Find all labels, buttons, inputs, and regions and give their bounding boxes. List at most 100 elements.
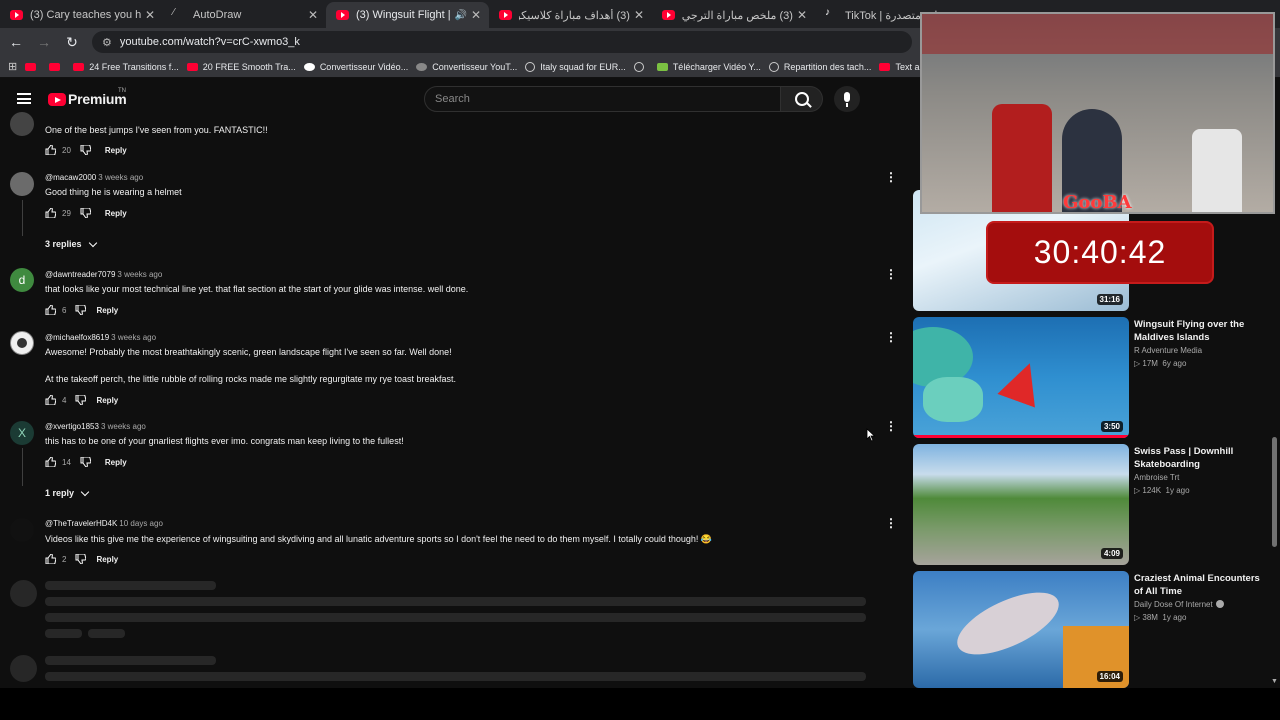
comment-author[interactable]: @macaw2000 3 weeks ago (45, 173, 143, 182)
bookmark-item[interactable]: 20 FREE Smooth Tra... (186, 62, 296, 72)
browser-tab-active[interactable]: (3) Wingsuit Flight | Areu Sc🔊 ✕ (326, 2, 489, 28)
avatar[interactable] (10, 112, 34, 136)
address-bar[interactable]: ⚙ youtube.com/watch?v=crC-xwmo3_k (92, 31, 912, 53)
comment-text: Awesome! Probably the most breathtakingl… (45, 347, 452, 357)
wall-banners (922, 14, 1273, 54)
video-thumbnail[interactable]: 4:09 (913, 444, 1129, 565)
comment-author[interactable]: @michaelfox8619 3 weeks ago (45, 333, 156, 342)
like-icon[interactable] (45, 207, 57, 219)
dislike-icon[interactable] (75, 394, 87, 406)
apps-grid-icon[interactable]: ⊞ (8, 60, 17, 73)
more-options-icon[interactable]: ⋮ (885, 331, 897, 343)
browser-tab[interactable]: (3) Cary teaches you how to tim ✕ (0, 2, 163, 28)
gaming-chair-shape (992, 104, 1052, 212)
browser-tab[interactable]: (3) ملخص مباراة الترجي الرياضي ✕ (652, 2, 815, 28)
bookmark-item[interactable]: Repartition des tach... (768, 61, 871, 72)
like-icon[interactable] (45, 144, 57, 156)
author-name[interactable]: @xvertigo1853 (45, 422, 99, 431)
more-options-icon[interactable]: ⋮ (885, 268, 897, 280)
video-title[interactable]: Swiss Pass | Downhill Skateboarding (1134, 445, 1264, 471)
video-duration: 4:09 (1100, 548, 1123, 559)
reload-icon[interactable]: ↻ (60, 34, 84, 51)
author-name[interactable]: @michaelfox8619 (45, 333, 109, 342)
youtube-logo-icon[interactable] (48, 93, 66, 106)
like-icon[interactable] (45, 304, 57, 316)
reply-button[interactable]: Reply (96, 555, 118, 564)
more-options-icon[interactable]: ⋮ (885, 171, 897, 183)
dislike-icon[interactable] (80, 456, 92, 468)
dislike-icon[interactable] (75, 304, 87, 316)
video-thumbnail[interactable]: 16:04 (913, 571, 1129, 688)
avatar[interactable]: d (10, 268, 34, 292)
avatar[interactable] (10, 331, 34, 355)
close-icon[interactable]: ✕ (308, 8, 318, 22)
channel-name[interactable]: Ambroise Trt (1134, 473, 1179, 482)
site-info-icon[interactable]: ⚙ (102, 36, 112, 49)
view-replies-button[interactable]: 3 replies (45, 238, 97, 249)
view-replies-button[interactable]: 1 reply (45, 487, 90, 498)
video-title[interactable]: Wingsuit Flying over the Maldives Island… (1134, 318, 1264, 344)
dislike-icon[interactable] (75, 553, 87, 565)
close-icon[interactable]: ✕ (471, 8, 481, 22)
author-name[interactable]: @dawntreader7079 (45, 270, 115, 279)
video-thumbnail[interactable]: 3:50 (913, 317, 1129, 438)
channel-name[interactable]: Daily Dose Of Internet (1134, 600, 1224, 609)
bookmark-item[interactable]: Italy squad for EUR... (525, 61, 626, 72)
more-options-icon[interactable]: ⋮ (885, 420, 897, 432)
comment-time[interactable]: 3 weeks ago (117, 270, 162, 279)
comment-time[interactable]: 3 weeks ago (111, 333, 156, 342)
close-icon[interactable]: ✕ (634, 8, 644, 22)
comment-author[interactable]: @xvertigo1853 3 weeks ago (45, 422, 146, 431)
search-input[interactable]: Search (424, 86, 781, 112)
reply-button[interactable]: Reply (105, 146, 127, 155)
reply-button[interactable]: Reply (105, 209, 127, 218)
avatar[interactable] (10, 518, 34, 542)
channel-name[interactable]: R Adventure Media (1134, 346, 1202, 355)
comment-author[interactable]: @TheTravelerHD4K 10 days ago (45, 519, 163, 528)
video-title[interactable]: Craziest Animal Encounters of All Time (1134, 572, 1264, 598)
speaker-icon[interactable]: 🔊 (454, 10, 466, 21)
bookmark-item[interactable]: 24 Free Transitions f... (73, 62, 179, 72)
more-options-icon[interactable]: ⋮ (885, 517, 897, 529)
reply-button[interactable]: Reply (105, 458, 127, 467)
like-count: 2 (62, 554, 67, 564)
reply-button[interactable]: Reply (96, 306, 118, 315)
scrollbar-thumb[interactable] (1272, 437, 1277, 547)
comment-author[interactable]: @dawntreader7079 3 weeks ago (45, 270, 162, 279)
like-icon[interactable] (45, 553, 57, 565)
back-icon[interactable]: ← (4, 34, 28, 50)
close-icon[interactable]: ✕ (145, 8, 155, 22)
skeleton-line (45, 597, 866, 606)
search-button[interactable] (781, 86, 823, 112)
bookmark-item[interactable] (49, 62, 65, 71)
autodraw-icon: ⁄ (173, 7, 175, 18)
forward-icon[interactable]: → (32, 34, 56, 50)
close-icon[interactable]: ✕ (797, 8, 807, 22)
bookmark-item[interactable] (633, 61, 649, 72)
bookmark-item[interactable]: Convertisseur YouT... (416, 62, 517, 72)
dislike-icon[interactable] (80, 207, 92, 219)
island-shape (923, 377, 983, 422)
browser-tab[interactable]: ⁄ AutoDraw ✕ (163, 2, 326, 28)
comment-time[interactable]: 3 weeks ago (101, 422, 146, 431)
scroll-down-icon[interactable]: ▼ (1271, 678, 1278, 685)
bookmark-item[interactable]: Convertisseur Vidéo... (303, 62, 408, 72)
avatar[interactable] (10, 172, 34, 196)
avatar[interactable]: X (10, 421, 34, 445)
like-icon[interactable] (45, 456, 57, 468)
google-icon (303, 62, 315, 71)
author-name[interactable]: @macaw2000 (45, 173, 96, 182)
bookmark-item[interactable]: Télécharger Vidéo Y... (656, 62, 761, 72)
bookmark-item[interactable] (25, 62, 41, 71)
comment-actions: 2 Reply (45, 553, 118, 565)
reply-button[interactable]: Reply (96, 396, 118, 405)
browser-tab[interactable]: (3) أهداف مباراة كلاسيكو الترجي ✕ (489, 2, 652, 28)
comment-time[interactable]: 10 days ago (119, 519, 163, 528)
dislike-icon[interactable] (80, 144, 92, 156)
like-icon[interactable] (45, 394, 57, 406)
author-name[interactable]: @TheTravelerHD4K (45, 519, 117, 528)
comment-time[interactable]: 3 weeks ago (98, 173, 143, 182)
channel-label[interactable]: Daily Dose Of Internet (1134, 600, 1213, 609)
microphone-icon[interactable] (834, 86, 860, 112)
menu-icon[interactable] (17, 93, 31, 104)
